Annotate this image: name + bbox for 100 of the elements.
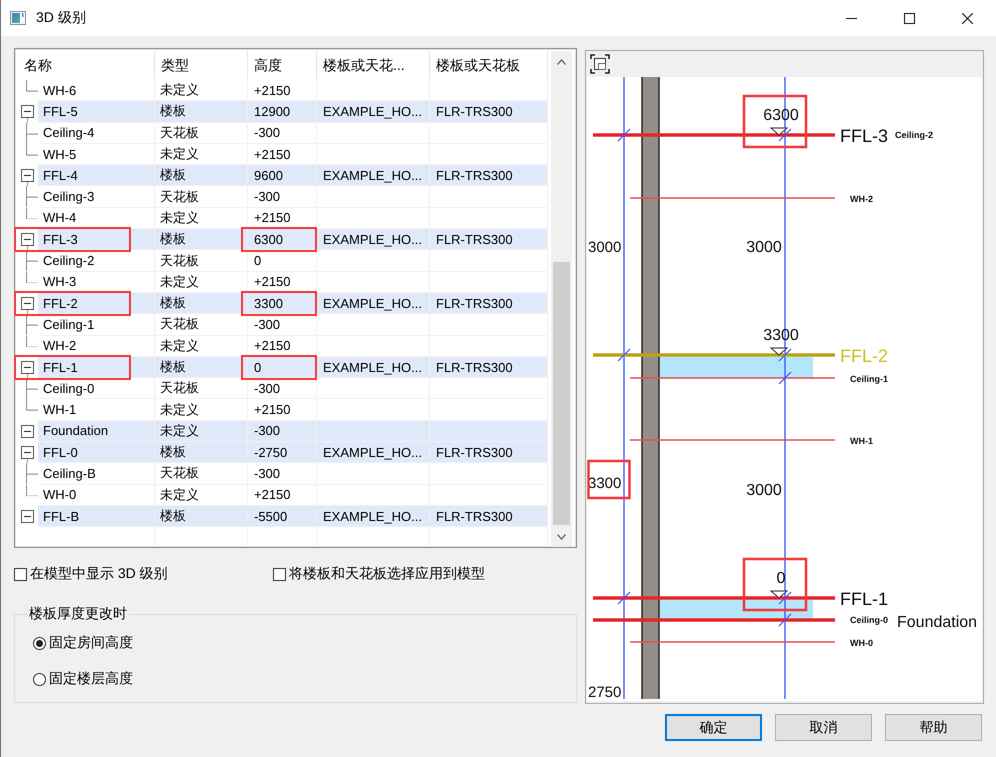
maximize-icon <box>904 12 914 24</box>
checkbox[interactable] <box>14 568 27 580</box>
level-label: Ceiling-1 <box>850 374 888 384</box>
table-cell: 未定义 <box>155 420 248 442</box>
table-cell[interactable]: FFL-1 <box>38 356 155 378</box>
scrollbar[interactable] <box>551 51 572 547</box>
table-cell[interactable]: Ceiling-3 <box>38 186 155 208</box>
level-label: WH-1 <box>850 436 873 446</box>
table-cell: -300 <box>248 314 317 336</box>
table-cell: 未定义 <box>155 144 248 166</box>
table-cell[interactable]: Ceiling-B <box>38 463 155 485</box>
table-cell: FLR-TRS300 <box>430 229 548 250</box>
table-cell: 3300 <box>248 292 317 314</box>
collapse-icon[interactable] <box>21 510 34 524</box>
table-cell: -300 <box>248 186 317 208</box>
app-icon <box>10 11 26 25</box>
table-cell[interactable]: Ceiling-4 <box>38 122 155 144</box>
level-line[interactable] <box>593 614 835 626</box>
table-cell: 楼板 <box>155 101 248 123</box>
table-cell: EXAMPLE_HO... <box>317 229 430 250</box>
radio-label[interactable]: 固定房间高度 <box>49 634 133 652</box>
table-cell: -300 <box>248 122 317 144</box>
table-cell: 天花板 <box>155 314 248 336</box>
level-label: FFL-1 <box>840 589 888 609</box>
table-cell: 楼板 <box>155 442 248 464</box>
checkbox-label[interactable]: 将楼板和天花板选择应用到模型 <box>289 565 485 583</box>
dimension-label: 2750 <box>588 684 622 699</box>
collapse-icon[interactable] <box>21 424 34 438</box>
level-label: WH-2 <box>850 194 873 204</box>
level-line[interactable] <box>630 372 835 384</box>
scrollbar-thumb[interactable] <box>553 262 570 525</box>
table-cell: FLR-TRS300 <box>430 292 548 314</box>
dimension-label: 3000 <box>588 239 622 256</box>
table-cell[interactable]: WH-6 <box>38 80 155 102</box>
table-cell[interactable]: WH-1 <box>38 399 155 421</box>
level-line[interactable] <box>593 348 835 362</box>
level-label: WH-0 <box>850 638 873 648</box>
table-cell: +2150 <box>248 272 317 293</box>
table-cell: +2150 <box>248 336 317 357</box>
table-cell: FLR-TRS300 <box>430 442 548 464</box>
level-line[interactable] <box>593 128 835 142</box>
table-cell[interactable]: WH-3 <box>38 272 155 293</box>
table-cell: 楼板 <box>155 165 248 186</box>
table-cell: +2150 <box>248 399 317 421</box>
table-cell: 9600 <box>248 165 317 186</box>
fit-view-icon[interactable] <box>590 54 610 74</box>
table-cell[interactable]: WH-0 <box>38 484 155 506</box>
dialog-button[interactable]: 取消 <box>775 714 872 741</box>
table-cell[interactable]: WH-5 <box>38 144 155 166</box>
radio-button[interactable] <box>33 672 46 686</box>
radio-button[interactable] <box>33 636 46 650</box>
chevron-up-icon[interactable] <box>557 59 566 65</box>
collapse-icon[interactable] <box>21 361 34 374</box>
table-cell: EXAMPLE_HO... <box>317 165 430 186</box>
collapse-icon[interactable] <box>21 169 34 182</box>
close-icon <box>962 12 972 24</box>
dialog-button[interactable]: 确定 <box>665 714 762 741</box>
table-cell: 楼板 <box>155 356 248 378</box>
table-cell: 未定义 <box>155 272 248 293</box>
checkbox[interactable] <box>273 568 286 580</box>
table-cell[interactable]: Foundation <box>38 420 155 442</box>
group-title: 楼板厚度更改时 <box>28 605 128 623</box>
radio-label[interactable]: 固定楼层高度 <box>49 670 133 688</box>
table-cell[interactable]: FFL-0 <box>38 442 155 464</box>
table-cell[interactable]: FFL-B <box>38 506 155 528</box>
collapse-icon[interactable] <box>21 105 34 118</box>
elevation-marker-icon <box>770 128 788 136</box>
table-cell: -300 <box>248 420 317 442</box>
table-cell: 楼板 <box>155 506 248 528</box>
collapse-icon[interactable] <box>21 446 34 460</box>
table-cell[interactable]: FFL-4 <box>38 165 155 186</box>
chevron-down-icon[interactable] <box>557 534 566 540</box>
dimension-label: 3000 <box>746 239 782 256</box>
table-cell[interactable]: WH-2 <box>38 336 155 357</box>
level-line[interactable] <box>593 592 835 604</box>
collapse-icon[interactable] <box>21 297 34 310</box>
table-cell: 未定义 <box>155 399 248 421</box>
table-cell[interactable]: FFL-5 <box>38 101 155 123</box>
table-cell: FLR-TRS300 <box>430 506 548 528</box>
collapse-icon[interactable] <box>21 233 34 246</box>
dialog-button[interactable]: 帮助 <box>885 714 982 741</box>
table-cell: -300 <box>248 378 317 400</box>
table-cell[interactable]: FFL-3 <box>38 229 155 250</box>
table-cell: 0 <box>248 250 317 272</box>
table-cell: 天花板 <box>155 463 248 485</box>
table-cell[interactable]: Ceiling-2 <box>38 250 155 272</box>
table-cell: 楼板 <box>155 292 248 314</box>
table-cell: 未定义 <box>155 484 248 506</box>
level-note: Ceiling-2 <box>895 130 934 140</box>
table-cell: EXAMPLE_HO... <box>317 506 430 528</box>
table-cell[interactable]: Ceiling-1 <box>38 314 155 336</box>
table-cell: 天花板 <box>155 378 248 400</box>
table-cell: 0 <box>248 356 317 378</box>
table-cell: 天花板 <box>155 122 248 144</box>
table-cell[interactable]: FFL-2 <box>38 292 155 314</box>
checkbox-label[interactable]: 在模型中显示 3D 级别 <box>30 565 168 583</box>
level-label: FFL-2 <box>840 346 888 366</box>
table-cell[interactable]: Ceiling-0 <box>38 378 155 400</box>
table-cell: FLR-TRS300 <box>430 356 548 378</box>
table-cell: 12900 <box>248 101 317 123</box>
